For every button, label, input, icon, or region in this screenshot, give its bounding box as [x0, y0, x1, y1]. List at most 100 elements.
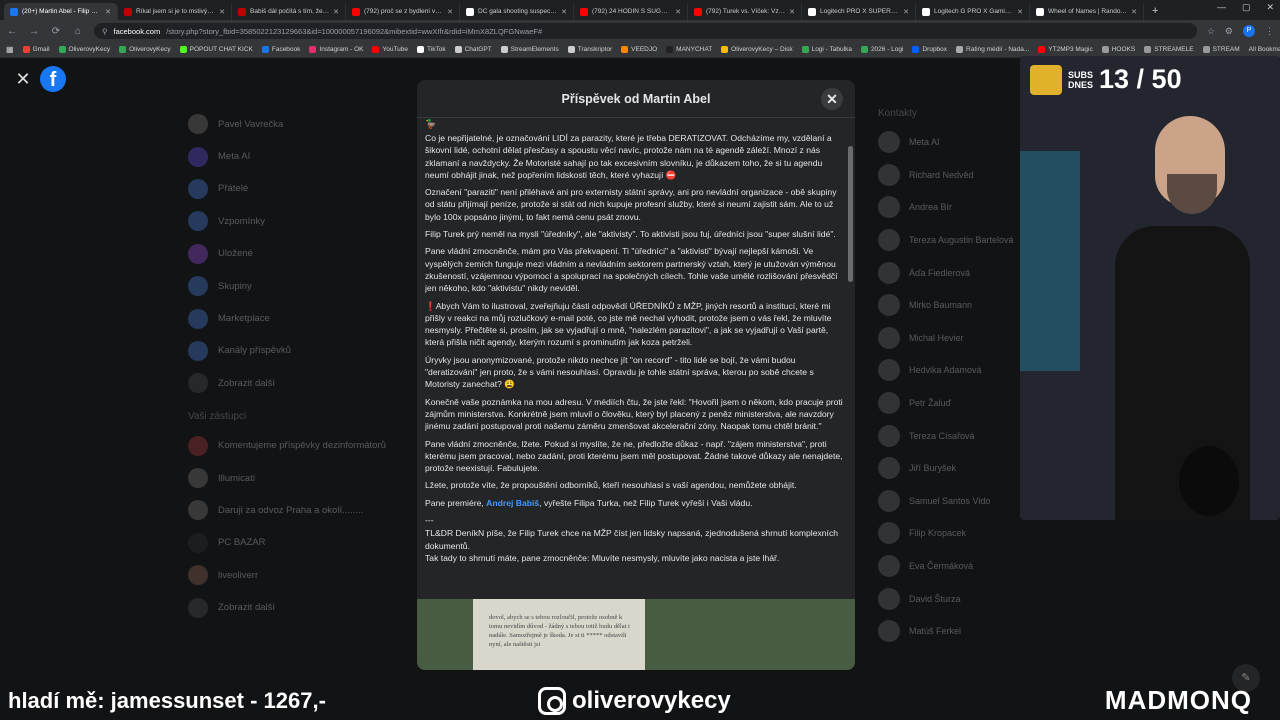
bookmark-item[interactable]: STREAMELE	[1144, 46, 1194, 53]
contact-item[interactable]: Jiří Buryšek	[878, 452, 1028, 485]
tab-close-icon[interactable]: ✕	[1131, 8, 1137, 16]
tab-close-icon[interactable]: ✕	[219, 8, 225, 16]
browser-tab[interactable]: (792) Turek vs. Víček: Vztahy ✕	[688, 3, 802, 20]
bookmark-item[interactable]: POPOUT CHAT KICK	[179, 46, 253, 53]
tab-close-icon[interactable]: ✕	[105, 8, 111, 16]
contact-item[interactable]: Mirko Baumann	[878, 289, 1028, 322]
contact-item[interactable]: Eva Čermáková	[878, 550, 1028, 583]
menu-icon[interactable]: ⋮	[1265, 26, 1274, 37]
bookmark-item[interactable]: STREAM	[1202, 46, 1240, 53]
nav-item[interactable]: Daruji za odvoz Praha a okolí........	[188, 494, 398, 526]
address-bar[interactable]: ⚲ facebook.com/story.php?story_fbid=3585…	[94, 23, 1197, 39]
bookmark-item[interactable]: HOOKS	[1101, 46, 1135, 53]
minimize-icon[interactable]: —	[1217, 2, 1226, 13]
contact-item[interactable]: Petr Žaluď	[878, 387, 1028, 420]
star-icon[interactable]: ☆	[1207, 26, 1215, 37]
nav-item[interactable]: liveoliverr	[188, 559, 398, 591]
browser-tab[interactable]: DC gala shooting suspect aim ✕	[460, 3, 574, 20]
browser-tab[interactable]: (792) 24 HODIN S SUGAR DE ✕	[574, 3, 688, 20]
contact-item[interactable]: Tereza Císařová	[878, 419, 1028, 452]
bookmark-item[interactable]: Dropbox	[912, 46, 947, 53]
nav-item[interactable]: PC BAZAR	[188, 527, 398, 559]
tab-close-icon[interactable]: ✕	[789, 8, 795, 16]
tab-close-icon[interactable]: ✕	[903, 8, 909, 16]
bookmark-item[interactable]: Transkriptor	[567, 46, 612, 53]
apps-icon[interactable]: ▦	[6, 45, 14, 54]
nav-item[interactable]: Uložené	[188, 238, 398, 270]
home-icon[interactable]: ⌂	[72, 26, 84, 37]
bookmark-item[interactable]: 2026 - Logi	[860, 46, 903, 53]
contact-item[interactable]: David Šturza	[878, 582, 1028, 615]
bookmark-item[interactable]: VEEDJO	[621, 46, 657, 53]
bookmark-item[interactable]: Gmail	[22, 46, 50, 53]
contact-item[interactable]: Matúš Ferkel	[878, 615, 1028, 648]
contact-item[interactable]: Meta AI	[878, 126, 1028, 159]
close-dialog-button[interactable]: ✕	[821, 88, 843, 110]
new-tab-button[interactable]: +	[1144, 3, 1166, 20]
browser-tab[interactable]: Říkal jsem si je to mstivý člo ✕	[118, 3, 232, 20]
tab-close-icon[interactable]: ✕	[675, 8, 681, 16]
contact-item[interactable]: Tereza Augustin Bartelová	[878, 224, 1028, 257]
tab-label: Babiš dál počítá s tím, že s M	[250, 8, 330, 15]
bookmark-item[interactable]: YT2MP3 Magic	[1038, 46, 1093, 53]
bookmark-item[interactable]: Instagram - OK	[309, 46, 363, 53]
bookmark-item[interactable]: Facebook	[261, 46, 300, 53]
window-close-icon[interactable]: ✕	[1266, 2, 1274, 13]
bookmark-item[interactable]: StreamElements	[500, 46, 559, 53]
bookmark-item[interactable]: OliverovyKecy – Disk	[721, 46, 793, 53]
back-icon[interactable]: ←	[6, 26, 18, 37]
nav-item[interactable]: Komentujeme příspěvky dezinformátorů	[188, 430, 398, 462]
contact-item[interactable]: Áďa Fiedlerová	[878, 256, 1028, 289]
tab-close-icon[interactable]: ✕	[1017, 8, 1023, 16]
nav-item[interactable]: Skupiny	[188, 270, 398, 302]
contact-name: Meta AI	[909, 137, 940, 148]
nav-item[interactable]: Kanály příspěvků	[188, 335, 398, 367]
bookmark-item[interactable]: ChatGPT	[454, 46, 492, 53]
browser-tab[interactable]: Babiš dál počítá s tím, že s M ✕	[232, 3, 346, 20]
nav-item[interactable]: Pavel Vavrečka	[188, 108, 398, 140]
bookmark-item[interactable]: TikTok	[417, 46, 446, 53]
post-image[interactable]: dovol, abych se s tebou rozloučil, proto…	[417, 599, 855, 670]
nav-item[interactable]: Illumicati	[188, 462, 398, 494]
facebook-logo[interactable]: f	[40, 66, 66, 92]
contact-item[interactable]: Richard Nedvěd	[878, 159, 1028, 192]
bookmark-item[interactable]: OliverovyKecy	[119, 46, 171, 53]
tab-close-icon[interactable]: ✕	[561, 8, 567, 16]
mention-link[interactable]: Andrej Babiš	[486, 498, 539, 508]
nav-item[interactable]: Marketplace	[188, 302, 398, 334]
browser-tab[interactable]: Wheel of Names | Random na ✕	[1030, 3, 1144, 20]
contact-item[interactable]: Hedvika Adamová	[878, 354, 1028, 387]
nav-item[interactable]: Zobrazit další	[188, 591, 398, 623]
contact-item[interactable]: Michal Hevier	[878, 322, 1028, 355]
nav-item[interactable]: Vzpomínky	[188, 205, 398, 237]
post-scrollbar[interactable]	[848, 146, 853, 282]
browser-tab[interactable]: Logitech PRO X SUPERLIGHT ✕	[802, 3, 916, 20]
profile-avatar[interactable]: P	[1243, 25, 1255, 37]
nav-item[interactable]: Meta AI	[188, 140, 398, 172]
bookmark-item[interactable]: Rating médií - Nada...	[956, 46, 1029, 53]
forward-icon[interactable]: →	[28, 26, 40, 37]
browser-tab[interactable]: Logitech G PRO X Gaming He ✕	[916, 3, 1030, 20]
nav-item[interactable]: Zobrazit další	[188, 367, 398, 399]
bookmark-item[interactable]: OliverovyKecy	[58, 46, 110, 53]
all-bookmarks-button[interactable]: All Bookmarks	[1249, 46, 1280, 53]
close-viewer-icon[interactable]: ✕	[12, 68, 34, 90]
reload-icon[interactable]: ⟳	[50, 26, 62, 37]
browser-tab[interactable]: (20+) Martin Abel - Filip Turek ✕	[4, 3, 118, 20]
contact-item[interactable]: Samuel Santos Vido	[878, 485, 1028, 518]
post-paragraph: Filip Turek prý neměl na mysli "úředníky…	[425, 229, 836, 240]
maximize-icon[interactable]: ▢	[1242, 2, 1251, 13]
tab-close-icon[interactable]: ✕	[333, 8, 339, 16]
tab-close-icon[interactable]: ✕	[447, 8, 453, 16]
browser-tab[interactable]: (792) proč se z bydlení v Čes ✕	[346, 3, 460, 20]
bookmark-item[interactable]: Logi - Tabulka	[801, 46, 852, 53]
extensions-icon[interactable]: ⚙	[1225, 26, 1233, 37]
bookmark-item[interactable]: YouTube	[372, 46, 408, 53]
contact-item[interactable]: Andrea Bír	[878, 191, 1028, 224]
bookmark-item[interactable]: MANYCHAT	[666, 46, 712, 53]
contact-item[interactable]: Filip Kropacek	[878, 517, 1028, 550]
post-paragraph: Konečně vaše poznámka na mou adresu. V m…	[425, 396, 843, 432]
microphone	[1179, 446, 1239, 516]
nav-item[interactable]: Přátelé	[188, 173, 398, 205]
site-info-icon[interactable]: ⚲	[102, 27, 108, 36]
